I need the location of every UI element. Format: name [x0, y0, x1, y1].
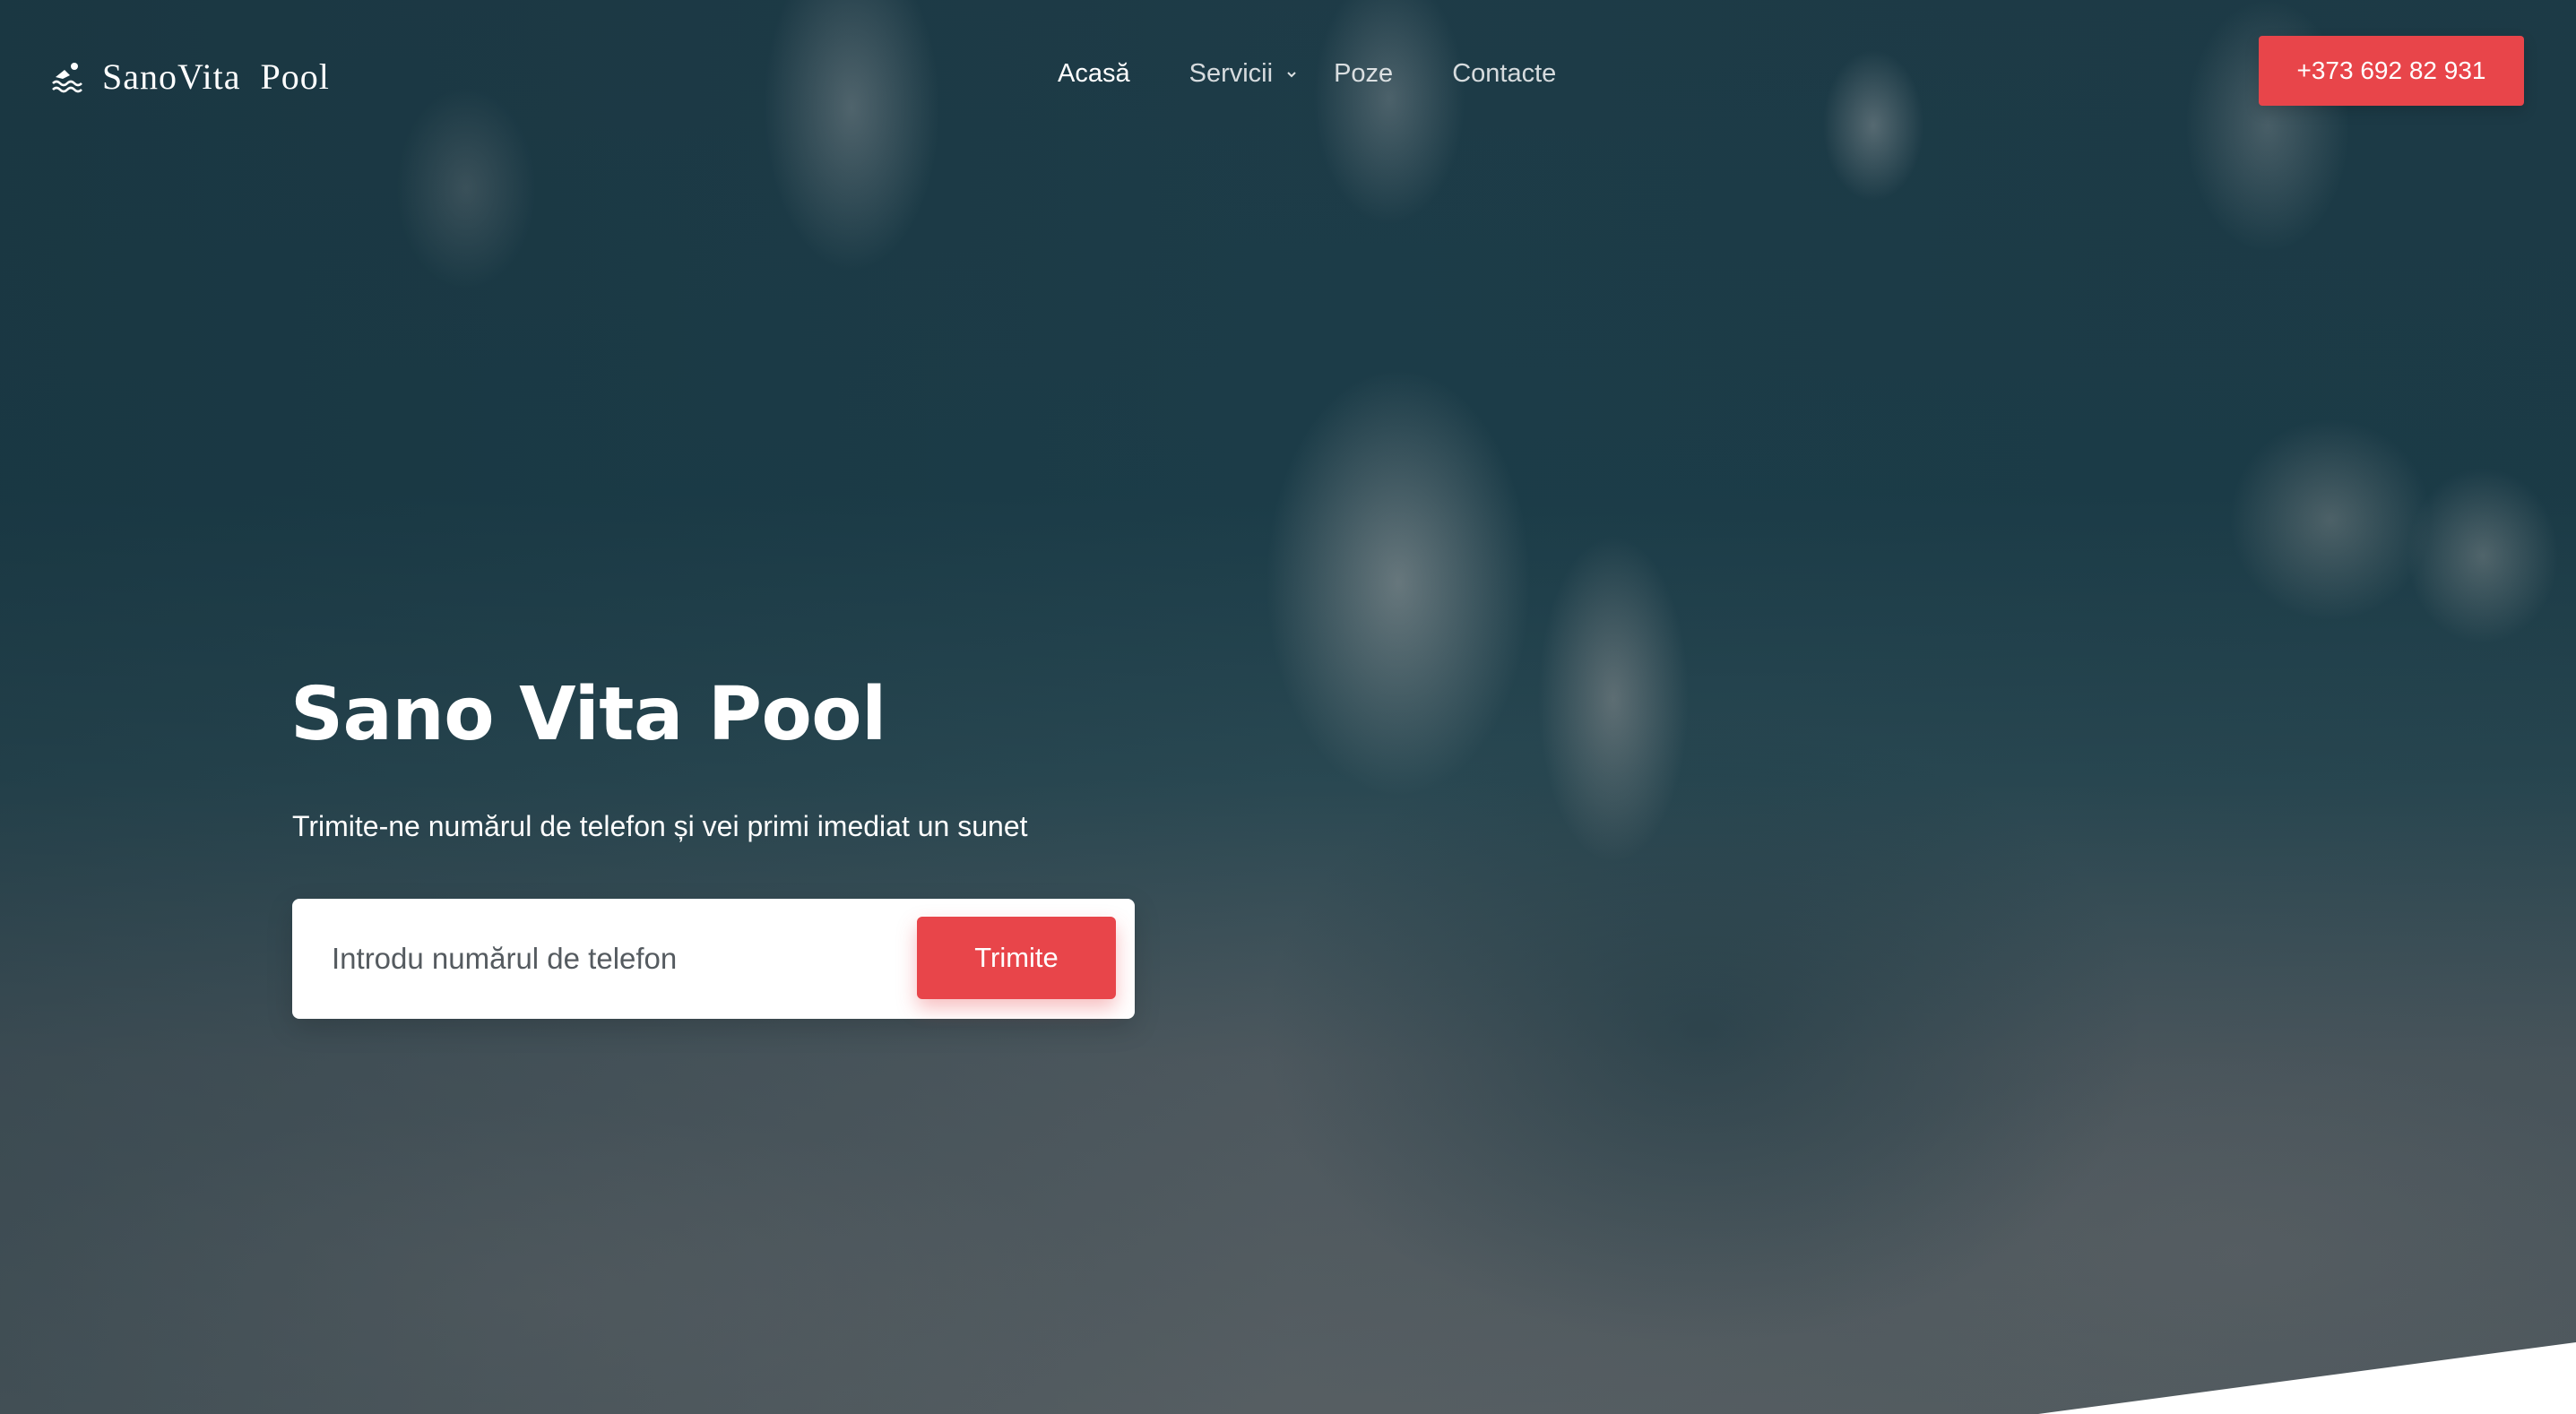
phone-number-input[interactable]	[332, 926, 798, 992]
main-nav: Acasă Servicii Poze Contacte	[1058, 59, 1615, 89]
nav-item-poze[interactable]: Poze	[1334, 59, 1393, 89]
nav-item-label: Acasă	[1058, 59, 1130, 88]
callback-form: Trimite	[292, 899, 1135, 1019]
submit-button[interactable]: Trimite	[917, 917, 1116, 999]
site-logo[interactable]: SanoVita Pool	[50, 56, 330, 98]
nav-item-acasa[interactable]: Acasă	[1058, 59, 1130, 89]
site-header: SanoVita Pool Acasă Servicii Poze Contac…	[0, 0, 2576, 152]
logo-text: SanoVita Pool	[102, 56, 330, 97]
chevron-down-icon	[1287, 71, 1296, 77]
nav-item-contacte[interactable]: Contacte	[1452, 59, 1556, 89]
nav-item-servicii[interactable]: Servicii	[1189, 59, 1298, 89]
swimmer-icon	[52, 62, 82, 92]
nav-item-label: Servicii	[1189, 59, 1274, 88]
nav-item-label: Poze	[1334, 59, 1394, 88]
hero-title: Sano Vita Pool	[290, 672, 886, 757]
hero-section: SanoVita Pool Acasă Servicii Poze Contac…	[0, 0, 2576, 1414]
hero-subtitle: Trimite-ne numărul de telefon și vei pri…	[292, 810, 1028, 842]
phone-call-button[interactable]: +373 692 82 931	[2259, 36, 2524, 106]
nav-item-label: Contacte	[1452, 59, 1557, 88]
